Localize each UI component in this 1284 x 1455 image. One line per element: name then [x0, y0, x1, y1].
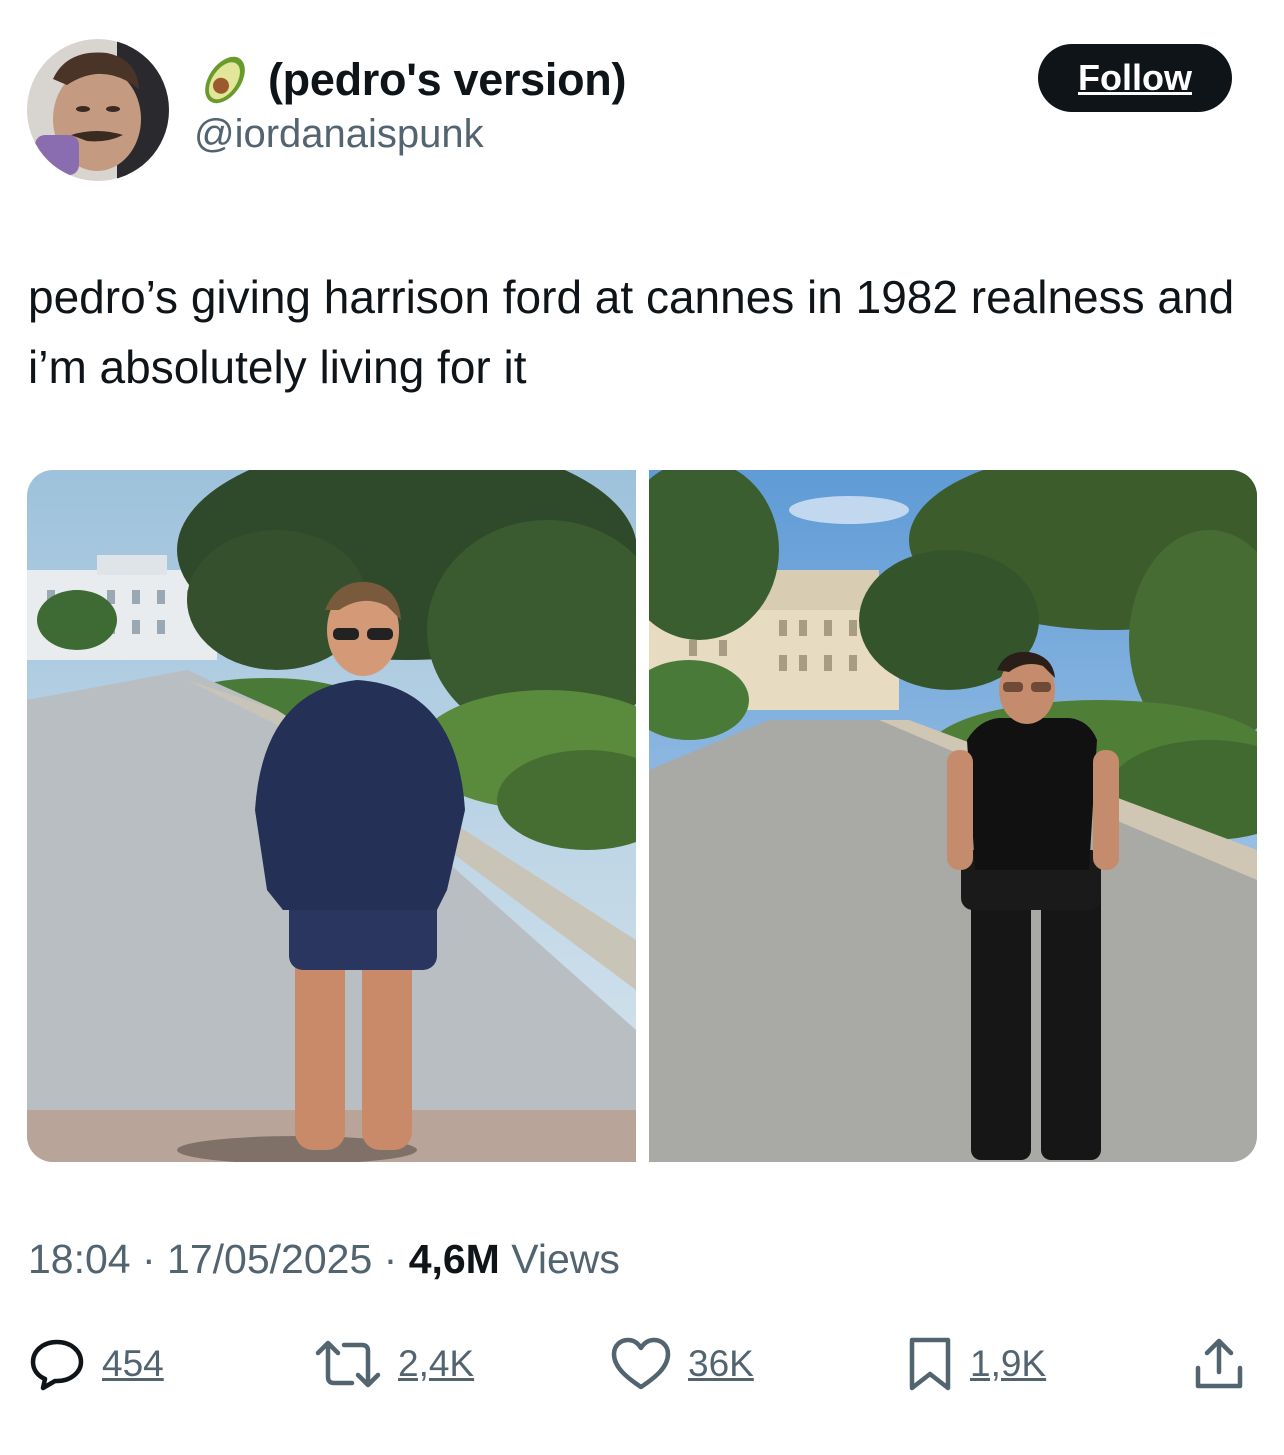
bookmark-button[interactable]: 1,9K: [906, 1336, 1046, 1392]
author-handle[interactable]: @iordanaispunk: [194, 112, 484, 157]
share-button[interactable]: [1192, 1336, 1246, 1392]
repost-button[interactable]: 2,4K: [314, 1336, 474, 1392]
photo-pedro-pascal-cannes[interactable]: [649, 470, 1257, 1162]
heart-icon: [610, 1337, 672, 1391]
author-name-row: (pedro's version): [196, 52, 626, 108]
tweet-time[interactable]: 18:04: [28, 1236, 131, 1282]
photo-harrison-ford-cannes-1982[interactable]: [27, 470, 636, 1162]
share-icon: [1192, 1336, 1246, 1392]
follow-button[interactable]: Follow: [1038, 44, 1232, 112]
avocado-icon: [196, 52, 254, 108]
bookmark-icon: [906, 1336, 954, 1392]
repost-icon: [314, 1337, 382, 1391]
views-count: 4,6M: [408, 1236, 500, 1282]
tweet-text: pedro’s giving harrison ford at cannes i…: [28, 271, 1235, 393]
bookmark-count: 1,9K: [970, 1343, 1047, 1384]
repost-count: 2,4K: [398, 1343, 475, 1384]
tweet-date[interactable]: 17/05/2025: [167, 1236, 372, 1282]
reply-icon: [28, 1337, 86, 1391]
reply-button[interactable]: 454: [28, 1336, 164, 1392]
meta-separator: ·: [130, 1236, 168, 1282]
reply-count: 454: [102, 1343, 164, 1384]
views-label: Views: [499, 1236, 620, 1282]
like-button[interactable]: 36K: [610, 1336, 754, 1392]
like-count: 36K: [688, 1343, 754, 1384]
author-display-name[interactable]: (pedro's version): [268, 54, 626, 106]
tweet-meta: 18:04 · 17/05/2025 · 4,6M Views: [28, 1236, 620, 1283]
author-avatar[interactable]: [27, 39, 169, 181]
meta-separator: ·: [372, 1236, 409, 1282]
tweet-media[interactable]: [27, 470, 1257, 1162]
